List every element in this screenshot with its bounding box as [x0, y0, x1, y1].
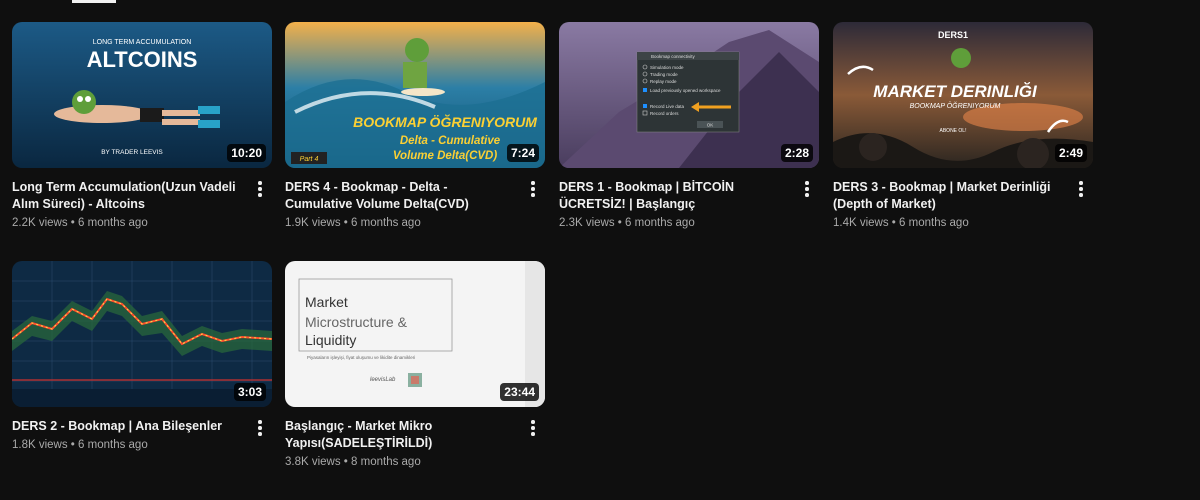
more-options-icon[interactable]: [795, 177, 819, 201]
thumb-cta-text: ABONE OL!: [940, 128, 967, 134]
more-options-icon[interactable]: [1069, 177, 1093, 201]
video-title[interactable]: DERS 3 - Bookmap | Market Derinliği (Dep…: [833, 179, 1065, 213]
duration-badge: 23:44: [500, 383, 539, 401]
thumbnail-image: Bookmap connectivity Simulation mode Tra…: [559, 22, 819, 168]
video-title[interactable]: Long Term Accumulation(Uzun Vadeli Alım …: [12, 179, 244, 213]
thumb-caption: Piyasaların işleyişi, fiyat oluşumu ve l…: [307, 355, 415, 360]
video-thumbnail[interactable]: 3:03: [12, 261, 272, 407]
upload-age: 8 months ago: [351, 456, 421, 468]
video-title[interactable]: DERS 2 - Bookmap | Ana Bileşenler: [12, 418, 244, 435]
video-title[interactable]: DERS 4 - Bookmap - Delta - Cumulative Vo…: [285, 179, 517, 213]
video-thumbnail[interactable]: Bookmap connectivity Simulation mode Tra…: [559, 22, 819, 168]
thumb-brand: leevisLab: [370, 377, 396, 383]
video-title[interactable]: DERS 1 - Bookmap | BİTCOİN ÜCRETSİZ! | B…: [559, 179, 791, 213]
view-count: 1.9K views: [285, 217, 341, 229]
more-options-icon[interactable]: [521, 416, 545, 440]
video-thumbnail[interactable]: BOOKMAP ÖĞRENIYORUM Delta - Cumulative V…: [285, 22, 545, 168]
thumb-part-text: Part 4: [300, 156, 319, 163]
video-stats: 1.4K views • 6 months ago: [833, 217, 969, 229]
dialog-option: Replay mode: [650, 79, 677, 84]
more-options-icon[interactable]: [248, 177, 272, 201]
thumb-line3-text: Liquidity: [305, 332, 356, 348]
active-tab-indicator: [72, 0, 116, 3]
thumb-main-text: MARKET DERINLIĞI: [873, 82, 1038, 101]
duration-badge: 2:49: [1054, 144, 1087, 162]
thumb-line1-text: Market: [305, 294, 348, 310]
view-count: 2.3K views: [559, 217, 615, 229]
duration-badge: 3:03: [233, 383, 266, 401]
upload-age: 6 months ago: [899, 217, 969, 229]
dialog-option: Load previously opened workspace: [650, 88, 721, 93]
duration-badge: 2:28: [780, 144, 813, 162]
thumbnail-image: DERS1 MARKET DERINLIĞI BOOKMAP ÖĞRENIYOR…: [833, 22, 1093, 168]
dialog-title: Bookmap connectivity: [651, 54, 696, 59]
view-count: 1.8K views: [12, 439, 68, 451]
thumbnail-image: BOOKMAP ÖĞRENIYORUM Delta - Cumulative V…: [285, 22, 545, 168]
video-card: Bookmap connectivity Simulation mode Tra…: [559, 22, 819, 229]
dialog-option: Trading mode: [650, 72, 678, 77]
thumb-main-text: BOOKMAP ÖĞRENIYORUM: [353, 113, 537, 130]
video-thumbnail[interactable]: Market Microstructure & Liquidity Piyasa…: [285, 261, 545, 407]
duration-badge: 10:20: [227, 144, 266, 162]
dialog-ok: OK: [707, 123, 714, 128]
more-options-icon[interactable]: [248, 416, 272, 440]
more-options-icon[interactable]: [521, 177, 545, 201]
duration-badge: 7:24: [506, 144, 539, 162]
video-card: 3:03 DERS 2 - Bookmap | Ana Bileşenler 1…: [12, 261, 272, 451]
video-card: LONG TERM ACCUMULATION ALTCOINS BY TRADE…: [12, 22, 272, 229]
settings-dialog: Bookmap connectivity Simulation mode Tra…: [636, 51, 740, 133]
video-card: BOOKMAP ÖĞRENIYORUM Delta - Cumulative V…: [285, 22, 545, 229]
dialog-option: Record orders: [650, 111, 679, 116]
thumb-line2-text: Microstructure &: [305, 314, 408, 330]
thumb-bottom-text: BY TRADER LEEVIS: [101, 149, 163, 156]
thumbnail-image: [12, 261, 272, 407]
upload-age: 6 months ago: [625, 217, 695, 229]
view-count: 1.4K views: [833, 217, 889, 229]
thumb-line2-text: Volume Delta(CVD): [393, 150, 498, 162]
video-title[interactable]: Başlangıç - Market Mikro Yapısı(SADELEŞT…: [285, 418, 517, 452]
thumb-top-text: LONG TERM ACCUMULATION: [93, 39, 192, 46]
video-thumbnail[interactable]: LONG TERM ACCUMULATION ALTCOINS BY TRADE…: [12, 22, 272, 168]
upload-age: 6 months ago: [78, 439, 148, 451]
video-thumbnail[interactable]: DERS1 MARKET DERINLIĞI BOOKMAP ÖĞRENIYOR…: [833, 22, 1093, 168]
view-count: 3.8K views: [285, 456, 341, 468]
video-stats: 1.9K views • 6 months ago: [285, 217, 421, 229]
thumb-top-text: DERS1: [938, 30, 968, 40]
thumb-sub-text: BOOKMAP ÖĞRENIYORUM: [910, 101, 1001, 110]
video-stats: 3.8K views • 8 months ago: [285, 456, 421, 468]
thumb-main-text: ALTCOINS: [87, 47, 198, 72]
video-stats: 1.8K views • 6 months ago: [12, 439, 148, 451]
video-card: Market Microstructure & Liquidity Piyasa…: [285, 261, 545, 468]
view-count: 2.2K views: [12, 217, 68, 229]
upload-age: 6 months ago: [78, 217, 148, 229]
dialog-option: Record Live data: [650, 104, 685, 109]
video-stats: 2.3K views • 6 months ago: [559, 217, 695, 229]
video-stats: 2.2K views • 6 months ago: [12, 217, 148, 229]
dialog-option: Simulation mode: [650, 65, 684, 70]
thumb-line1-text: Delta - Cumulative: [400, 135, 501, 147]
upload-age: 6 months ago: [351, 217, 421, 229]
video-card: DERS1 MARKET DERINLIĞI BOOKMAP ÖĞRENIYOR…: [833, 22, 1093, 229]
